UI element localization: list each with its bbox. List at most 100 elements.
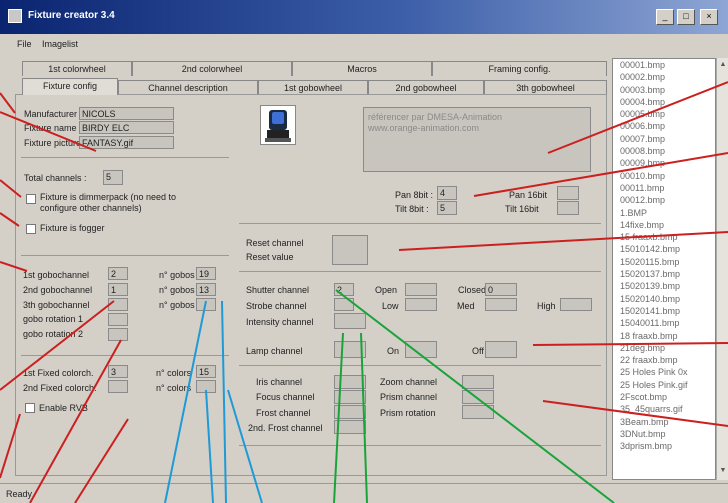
lamp-channel-field[interactable] (334, 341, 366, 358)
image-list-item[interactable]: 2Fscot.bmp (613, 391, 715, 403)
tab-fixture-config[interactable]: Fixture config (22, 78, 118, 95)
n-colors-field-2[interactable] (196, 380, 216, 393)
scroll-down-icon[interactable]: ▼ (718, 466, 728, 476)
frost2-channel-field[interactable] (334, 420, 366, 434)
gobo-ch3-label: 3th gobochannel (23, 300, 90, 310)
image-list-item[interactable]: 14fixe.bmp (613, 219, 715, 231)
image-list-item[interactable]: 22 fraaxb.bmp (613, 354, 715, 366)
gobo-ch2-field[interactable]: 1 (108, 283, 128, 296)
shutter-closed-field[interactable]: 0 (485, 283, 517, 296)
lamp-on-field[interactable] (405, 341, 437, 358)
image-list-scrollbar[interactable]: ▲ ▼ (716, 58, 728, 480)
fixture-name-field[interactable]: BIRDY ELC (79, 121, 174, 134)
image-list-item[interactable]: 00011.bmp (613, 182, 715, 194)
iris-channel-field[interactable] (334, 375, 366, 389)
tab-macros[interactable]: Macros (292, 61, 432, 76)
n-colors-field-1[interactable]: 15 (196, 365, 216, 378)
image-list-item[interactable]: 18 fraaxb.bmp (613, 330, 715, 342)
frost-channel-field[interactable] (334, 405, 366, 419)
image-list-item[interactable]: 15 fraaxb.bmp (613, 231, 715, 243)
image-list-item[interactable]: 00007.bmp (613, 133, 715, 145)
lamp-off-field[interactable] (485, 341, 517, 358)
image-list-item[interactable]: 35_45quarrs.gif (613, 403, 715, 415)
image-list-item[interactable]: 15040011.bmp (613, 317, 715, 329)
total-channels-field[interactable]: 5 (103, 170, 123, 185)
fixed-color-ch2-field[interactable] (108, 380, 128, 393)
image-list-item[interactable]: 25 Holes Pink.gif (613, 379, 715, 391)
pan-8bit-field[interactable]: 4 (437, 186, 457, 200)
image-list-item[interactable]: 00005.bmp (613, 108, 715, 120)
image-list[interactable]: 00001.bmp 00002.bmp 00003.bmp 00004.bmp 0000… (612, 58, 716, 480)
gobo-ch1-field[interactable]: 2 (108, 267, 128, 280)
pan-16bit-field[interactable] (557, 186, 579, 200)
n-gobos-field-1[interactable]: 19 (196, 267, 216, 280)
strobe-high-field[interactable] (560, 298, 592, 311)
description-textarea[interactable]: référencer par DMESA-Animation www.orang… (363, 107, 591, 172)
scroll-up-icon[interactable]: ▲ (718, 60, 728, 70)
tab-2nd-gobowheel[interactable]: 2nd gobowheel (368, 80, 484, 95)
image-list-item[interactable]: 3dprism.bmp (613, 440, 715, 452)
image-list-item[interactable]: 00008.bmp (613, 145, 715, 157)
pan-8bit-label: Pan 8bit : (395, 190, 434, 200)
image-list-item[interactable]: 3Beam.bmp (613, 416, 715, 428)
prism-channel-field[interactable] (462, 390, 494, 404)
strobe-med-field[interactable] (485, 298, 517, 311)
gobo-rotation2-field[interactable] (108, 328, 128, 341)
image-list-item[interactable]: 00002.bmp (613, 71, 715, 83)
fogger-checkbox[interactable] (26, 224, 36, 234)
tab-framing-config[interactable]: Framing config. (432, 61, 607, 76)
image-list-item[interactable]: 00004.bmp (613, 96, 715, 108)
image-list-item[interactable]: 15010142.bmp (613, 243, 715, 255)
minimize-button[interactable]: _ (656, 9, 674, 25)
status-text: Ready (6, 489, 33, 499)
maximize-button[interactable]: □ (677, 9, 695, 25)
fixture-picture-field[interactable]: FANTASY.gif (79, 136, 174, 149)
image-list-item[interactable]: 15020141.bmp (613, 305, 715, 317)
menu-imagelist[interactable]: Imagelist (42, 39, 78, 49)
reset-field[interactable] (332, 235, 368, 265)
application-window: Fixture creator 3.4 _ □ × File Imagelist… (0, 0, 728, 503)
image-list-item[interactable]: 25 Holes Pink 0x (613, 366, 715, 378)
tab-1st-gobowheel[interactable]: 1st gobowheel (258, 80, 368, 95)
close-button[interactable]: × (700, 9, 718, 25)
focus-channel-field[interactable] (334, 390, 366, 404)
image-list-item[interactable]: 00001.bmp (613, 59, 715, 71)
tab-channel-description[interactable]: Channel description (118, 80, 258, 95)
intensity-channel-field[interactable] (334, 313, 366, 329)
gobo-rotation1-field[interactable] (108, 313, 128, 326)
tab-2nd-colorwheel[interactable]: 2nd colorwheel (132, 61, 292, 76)
n-gobos-field-3[interactable] (196, 298, 216, 311)
strobe-low-field[interactable] (405, 298, 437, 311)
prism-rotation-field[interactable] (462, 405, 494, 419)
gobo-ch1-label: 1st gobochannel (23, 270, 90, 280)
image-list-item[interactable]: 15020140.bmp (613, 293, 715, 305)
pan-16bit-label: Pan 16bit (509, 190, 548, 200)
strobe-channel-field[interactable] (334, 298, 354, 311)
n-gobos-field-2[interactable]: 13 (196, 283, 216, 296)
enable-rgb-checkbox[interactable] (25, 403, 35, 413)
tilt-16bit-field[interactable] (557, 201, 579, 215)
shutter-channel-field[interactable]: 2 (334, 283, 354, 296)
manufacturer-field[interactable]: NICOLS (79, 107, 174, 120)
image-list-item[interactable]: 00009.bmp (613, 157, 715, 169)
zoom-channel-field[interactable] (462, 375, 494, 389)
tab-1st-colorwheel[interactable]: 1st colorwheel (22, 61, 132, 76)
image-list-item[interactable]: 15020139.bmp (613, 280, 715, 292)
image-list-item[interactable]: 1.BMP (613, 207, 715, 219)
tilt-8bit-field[interactable]: 5 (437, 201, 457, 215)
tab-3th-gobowheel[interactable]: 3th gobowheel (484, 80, 607, 95)
menu-file[interactable]: File (17, 39, 32, 49)
image-list-item[interactable]: 3DNut.bmp (613, 428, 715, 440)
fixed-color-ch1-field[interactable]: 3 (108, 365, 128, 378)
image-list-item[interactable]: 21deg.bmp (613, 342, 715, 354)
title-bar[interactable]: Fixture creator 3.4 _ □ × (0, 0, 728, 34)
shutter-open-field[interactable] (405, 283, 437, 296)
image-list-item[interactable]: 00010.bmp (613, 170, 715, 182)
image-list-item[interactable]: 15020115.bmp (613, 256, 715, 268)
image-list-item[interactable]: 15020137.bmp (613, 268, 715, 280)
dimmerpack-checkbox[interactable] (26, 194, 36, 204)
image-list-item[interactable]: 00012.bmp (613, 194, 715, 206)
image-list-item[interactable]: 00003.bmp (613, 84, 715, 96)
image-list-item[interactable]: 00006.bmp (613, 120, 715, 132)
gobo-ch3-field[interactable] (108, 298, 128, 311)
